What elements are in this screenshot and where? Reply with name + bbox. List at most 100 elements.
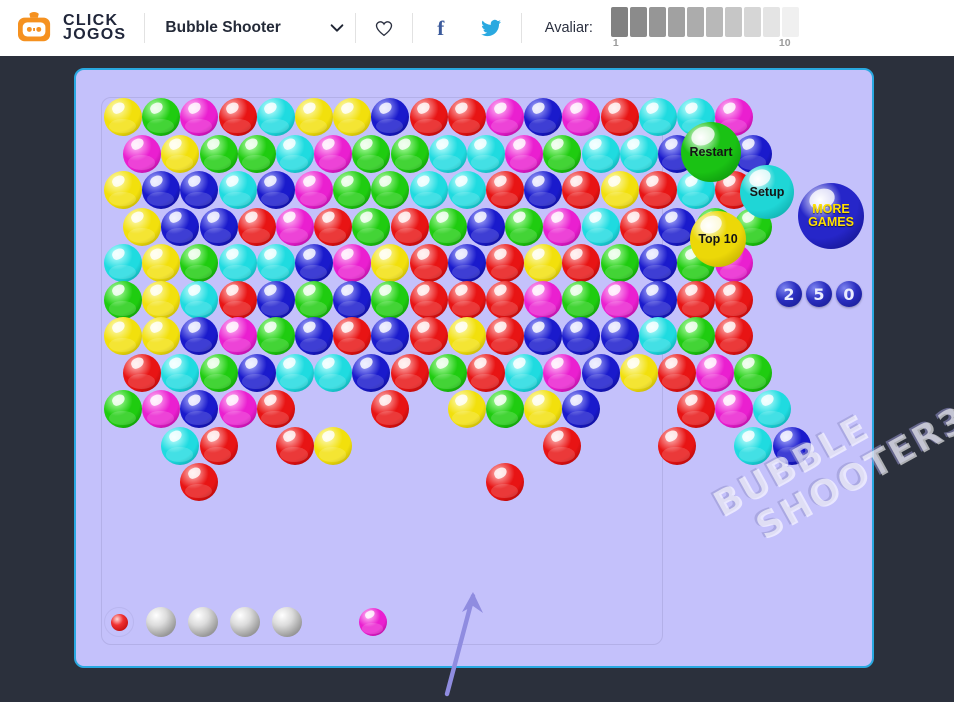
bubble-green (428, 353, 467, 392)
bubble-cyan (275, 134, 314, 173)
bubble-cyan (428, 134, 467, 173)
bubble-cyan (314, 353, 353, 392)
life-active (110, 613, 128, 631)
bubble-red (123, 353, 162, 392)
restart-button[interactable]: Restart (681, 122, 741, 182)
bubble-red (657, 353, 696, 392)
rating-max-label: 10 (778, 36, 791, 49)
bubble-red (677, 390, 715, 428)
setup-button[interactable]: Setup (740, 165, 794, 219)
rating-bar-6[interactable] (705, 6, 723, 37)
bubble-red (390, 353, 429, 392)
rating-bar-9[interactable] (762, 6, 780, 37)
more-games-button-label: MORE GAMES (808, 202, 854, 229)
bubble-red (199, 426, 238, 465)
bubble-cyan (409, 171, 448, 209)
bubble-red (218, 280, 257, 319)
favorite-button[interactable] (356, 0, 412, 56)
rating-bar-2[interactable] (629, 6, 647, 37)
bubble-magenta (543, 353, 582, 392)
bubble-green (333, 171, 372, 209)
rating-bar-8[interactable] (743, 6, 761, 37)
bubble-cyan (581, 134, 620, 173)
bubble-yellow (104, 98, 142, 136)
bubble-red (409, 317, 448, 355)
clickjogos-logo[interactable]: CLICK JOGOS (16, 11, 126, 45)
bubble-red (237, 207, 276, 246)
bubble-blue (142, 171, 181, 209)
rating-bar-1[interactable] (610, 6, 628, 37)
bubble-blue (772, 426, 811, 465)
bubble-green (543, 134, 582, 173)
bubble-cyan (505, 353, 544, 392)
bubble-red (638, 171, 677, 209)
bubble-red (562, 171, 601, 209)
bubble-yellow (295, 98, 333, 136)
bubble-yellow (447, 390, 486, 428)
bubble-cyan (275, 353, 314, 392)
bubble-yellow (123, 207, 162, 246)
rating-bar-3[interactable] (648, 6, 666, 37)
bubble-red (180, 463, 219, 501)
bubble-blue (256, 280, 295, 319)
bubble-blue (180, 390, 219, 428)
rating-bars[interactable] (610, 6, 799, 37)
bubble-green (505, 207, 544, 246)
bubble-red (619, 207, 658, 246)
aim-arrow-icon (444, 592, 483, 697)
bubble-blue (447, 244, 486, 282)
bubble-cyan (218, 171, 257, 209)
game-dropdown-button[interactable] (319, 0, 355, 56)
top10-button[interactable]: Top 10 (690, 211, 746, 267)
score-digit-0: 2 (776, 281, 802, 307)
rating-bar-7[interactable] (724, 6, 742, 37)
bubble-green (104, 280, 142, 319)
bubble-blue (180, 171, 219, 209)
bubble-yellow (600, 171, 639, 209)
bubble-cyan (256, 244, 295, 282)
bubble-red (486, 171, 524, 209)
bubble-green (142, 98, 181, 136)
bubble-magenta (180, 98, 219, 136)
bubble-magenta (562, 98, 601, 136)
game-panel: Restart Setup Top 10 MORE GAMES 250 BUBBLE … (74, 68, 954, 697)
bubble-red (466, 353, 505, 392)
bubble-yellow (524, 244, 563, 282)
rating-bar-10[interactable] (781, 6, 799, 37)
score-digit-2: 0 (836, 281, 862, 307)
bubble-red (677, 280, 715, 319)
setup-button-label: Setup (749, 185, 785, 199)
bubble-red (486, 463, 524, 501)
bubble-grid[interactable] (76, 70, 876, 670)
bubble-red (447, 280, 486, 319)
bubble-magenta (218, 390, 257, 428)
bubble-blue (600, 317, 639, 355)
bubble-blue (180, 317, 219, 355)
bubble-green (295, 280, 333, 319)
bubble-blue (581, 353, 620, 392)
facebook-share-button[interactable]: f (413, 0, 469, 56)
bubble-red (486, 244, 524, 282)
bubble-red (715, 280, 754, 319)
bubble-blue (562, 390, 601, 428)
bubble-cyan (466, 134, 505, 173)
rating-widget[interactable]: 1 10 (610, 6, 799, 50)
bubble-blue (371, 317, 410, 355)
bubble-magenta (123, 134, 162, 173)
twitter-share-button[interactable] (469, 0, 515, 56)
rating-bar-5[interactable] (686, 6, 704, 37)
page-title: Bubble Shooter (165, 19, 281, 36)
bubble-yellow (161, 134, 200, 173)
twitter-bird-icon (481, 19, 502, 36)
bubble-green (600, 244, 639, 282)
bubble-green (199, 353, 238, 392)
heart-outline-icon (375, 21, 392, 37)
rating-bar-4[interactable] (667, 6, 685, 37)
bubble-magenta (295, 171, 333, 209)
bubble-green (371, 171, 410, 209)
bubble-yellow (104, 171, 142, 209)
shooter-bubble[interactable] (359, 608, 387, 636)
bubble-blue (237, 353, 276, 392)
bubble-red (486, 317, 524, 355)
more-games-button[interactable]: MORE GAMES (798, 183, 864, 249)
